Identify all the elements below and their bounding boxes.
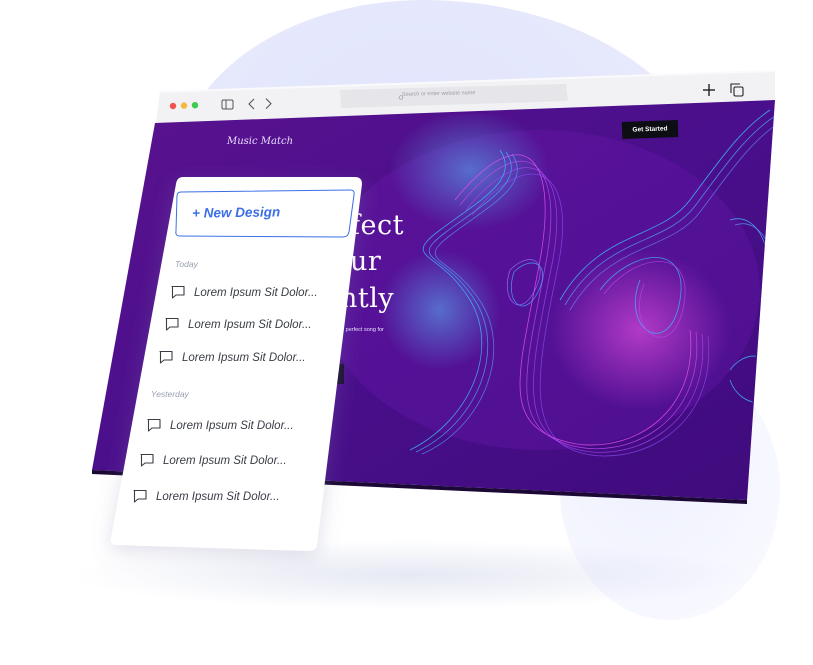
history-item[interactable]: Lorem Ipsum Sit Dolor... [158, 350, 306, 365]
chat-bubble-icon [140, 453, 154, 467]
history-item[interactable]: Lorem Ipsum Sit Dolor... [139, 453, 287, 468]
today-label: Today [175, 259, 198, 269]
chat-bubble-icon [159, 350, 173, 364]
chat-bubble-icon [147, 418, 161, 432]
history-item[interactable]: Lorem Ipsum Sit Dolor... [164, 317, 312, 332]
history-item[interactable]: Lorem Ipsum Sit Dolor... [170, 285, 318, 300]
history-item-label: Lorem Ipsum Sit Dolor... [163, 454, 287, 467]
history-item-label: Lorem Ipsum Sit Dolor... [188, 318, 312, 331]
chat-bubble-icon [133, 489, 147, 503]
history-item-label: Lorem Ipsum Sit Dolor... [182, 351, 306, 364]
history-item[interactable]: Lorem Ipsum Sit Dolor... [132, 489, 280, 504]
yesterday-label: Yesterday [151, 389, 189, 399]
chat-bubble-icon [165, 317, 179, 331]
chat-bubble-icon [171, 285, 185, 299]
new-design-button[interactable]: + New Design [192, 204, 280, 220]
history-panel-frame [110, 177, 362, 551]
history-item[interactable]: Lorem Ipsum Sit Dolor... [146, 418, 294, 433]
history-item-label: Lorem Ipsum Sit Dolor... [170, 419, 294, 432]
history-item-label: Lorem Ipsum Sit Dolor... [156, 490, 280, 503]
history-item-label: Lorem Ipsum Sit Dolor... [194, 286, 318, 299]
